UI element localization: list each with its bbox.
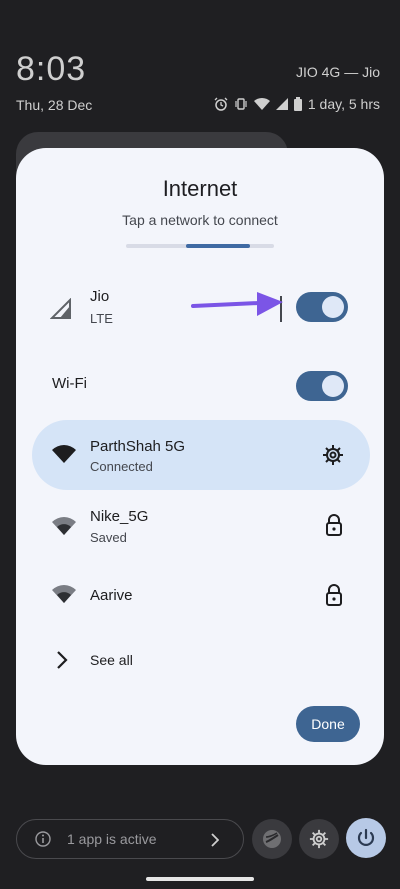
date-label: Thu, 28 Dec bbox=[16, 97, 93, 113]
app-shortcut-button[interactable] bbox=[252, 819, 292, 859]
network-name: Nike_5G bbox=[90, 508, 149, 525]
clock: 8:03 bbox=[16, 50, 87, 88]
wifi-status-icon bbox=[253, 97, 270, 111]
battery-icon bbox=[293, 97, 302, 111]
network-item-nike-5g[interactable]: Nike_5G Saved bbox=[32, 500, 368, 556]
vibrate-icon bbox=[234, 97, 248, 111]
power-icon bbox=[356, 828, 376, 853]
home-indicator[interactable] bbox=[146, 877, 254, 881]
mobile-network-name: Jio bbox=[90, 288, 110, 305]
scanning-progress bbox=[126, 244, 274, 248]
wifi-icon bbox=[52, 584, 76, 609]
done-button[interactable]: Done bbox=[296, 706, 360, 742]
network-item-aarive[interactable]: Aarive bbox=[32, 574, 368, 618]
active-apps-label: 1 app is active bbox=[67, 831, 157, 847]
settings-button[interactable] bbox=[299, 819, 339, 859]
network-name: Aarive bbox=[90, 587, 133, 604]
mobile-data-toggle[interactable] bbox=[296, 292, 348, 322]
dialog-subtitle: Tap a network to connect bbox=[122, 212, 278, 228]
app-logo-icon bbox=[262, 829, 282, 854]
internet-dialog: Internet Tap a network to connect Jio LT… bbox=[16, 148, 384, 765]
see-all-label: See all bbox=[90, 652, 133, 668]
battery-remaining-label: 1 day, 5 hrs bbox=[307, 96, 380, 112]
status-bar: 8:03 JIO 4G — Jio Thu, 28 Dec 1 day, 5 h… bbox=[0, 0, 400, 130]
cell-signal-icon bbox=[49, 297, 72, 325]
dialog-title: Internet bbox=[162, 176, 238, 201]
network-status: Saved bbox=[90, 530, 127, 545]
gear-icon bbox=[309, 829, 329, 854]
power-button[interactable] bbox=[346, 818, 386, 858]
wifi-toggle[interactable] bbox=[296, 371, 348, 401]
lock-icon bbox=[326, 584, 342, 611]
gear-icon[interactable] bbox=[322, 444, 344, 471]
toggle-knob bbox=[322, 296, 344, 318]
network-status: Connected bbox=[90, 459, 153, 474]
mobile-network-type: LTE bbox=[90, 311, 113, 326]
info-icon bbox=[35, 831, 51, 852]
system-icons: 1 day, 5 hrs bbox=[214, 96, 380, 112]
signal-status-icon bbox=[275, 98, 288, 110]
wifi-icon bbox=[52, 516, 76, 541]
see-all-link[interactable]: See all bbox=[32, 646, 368, 676]
lock-icon bbox=[326, 514, 342, 541]
chevron-right-icon bbox=[56, 650, 68, 675]
network-item-parthshah-5g[interactable]: ParthShah 5G Connected bbox=[32, 420, 368, 490]
active-apps-pill[interactable]: 1 app is active bbox=[16, 819, 244, 859]
carrier-label: JIO 4G — Jio bbox=[295, 64, 380, 80]
network-name: ParthShah 5G bbox=[90, 438, 186, 455]
chevron-right-icon bbox=[211, 833, 220, 852]
toggle-knob bbox=[322, 375, 344, 397]
alarm-icon bbox=[214, 97, 228, 111]
wifi-label: Wi-Fi bbox=[52, 375, 87, 392]
scanning-progress-fill bbox=[186, 244, 250, 248]
annotation-arrow-icon bbox=[191, 292, 283, 316]
wifi-full-icon bbox=[52, 444, 76, 469]
